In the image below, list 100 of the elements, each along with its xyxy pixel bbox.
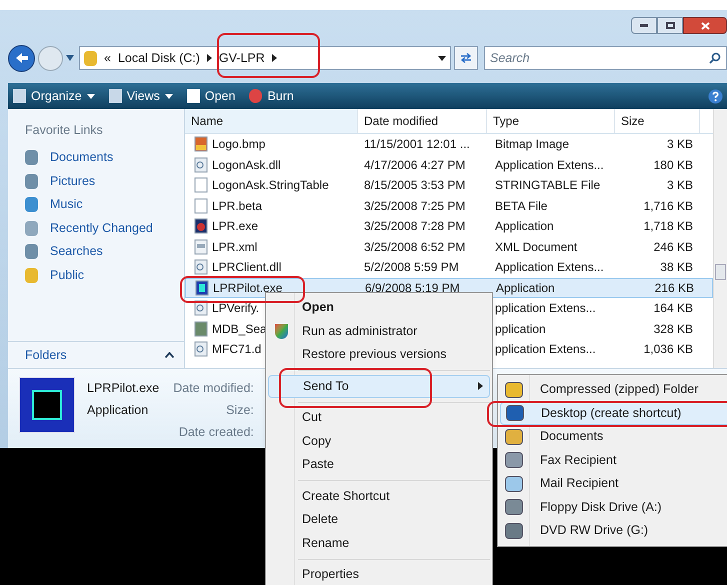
favorite-link[interactable]: Searches — [8, 240, 184, 264]
table-cell-text: 3/25/2008 7:28 PM — [363, 218, 466, 236]
favorite-link[interactable]: Public — [8, 263, 184, 287]
menu-item[interactable]: Run as administrator — [268, 320, 490, 343]
address-field[interactable]: « Local Disk (C:) GV-LPR — [79, 46, 451, 70]
maximize-button[interactable] — [657, 17, 683, 34]
menu-item[interactable]: DVD RW Drive (G:) — [500, 519, 727, 542]
pages-icon — [13, 89, 26, 103]
file-name[interactable]: LPRClient.dll — [212, 258, 282, 276]
close-icon — [700, 22, 710, 30]
favorite-link[interactable]: Music — [8, 192, 184, 216]
favorite-link[interactable]: Documents — [8, 146, 184, 170]
submenu-arrow-icon — [478, 382, 483, 390]
toolbar-button[interactable]: Open — [186, 86, 236, 106]
menu-item[interactable]: Send To — [268, 374, 490, 398]
table-cell-text: 3 KB — [666, 177, 694, 194]
menu-item[interactable]: Create Shortcut — [268, 484, 490, 508]
table-cell-text: pplication — [494, 320, 547, 338]
table-cell-text: 11/15/2001 12:01 ... — [363, 136, 471, 154]
file-name[interactable]: LPR.exe — [212, 217, 258, 236]
menu-item[interactable]: Floppy Disk Drive (A:) — [500, 496, 727, 519]
file-name[interactable]: MDB_Sea — [212, 320, 267, 338]
table-cell-text: 180 KB — [652, 156, 694, 174]
document-icon — [186, 89, 200, 103]
column-header[interactable]: Date modified — [358, 109, 487, 133]
table-cell-text: 3 KB — [666, 136, 694, 154]
close-button[interactable] — [683, 17, 727, 34]
menu-item[interactable]: Desktop (create shortcut) — [500, 402, 727, 425]
favorite-link[interactable]: Pictures — [8, 169, 184, 193]
file-icon — [193, 341, 209, 358]
table-cell-text: 216 KB — [654, 280, 695, 297]
menu-item[interactable]: Open — [268, 296, 490, 320]
table-cell-text: Application Extens... — [494, 156, 605, 174]
column-header[interactable]: Name — [185, 109, 358, 133]
property-label: Date modified: — [173, 380, 254, 397]
table-cell-text: 38 KB — [659, 259, 694, 276]
menu-item[interactable]: Paste — [268, 453, 490, 476]
file-name: LPRPilot.exe — [87, 380, 160, 397]
file-icon — [193, 156, 209, 173]
table-cell-text: 1,718 KB — [642, 218, 694, 236]
dropdown-caret-icon — [86, 94, 95, 98]
file-icon — [193, 177, 209, 194]
help-icon[interactable] — [708, 88, 723, 104]
search-input[interactable]: Search — [490, 48, 709, 68]
menu-item[interactable]: Rename — [268, 532, 490, 555]
back-arrow-icon — [14, 52, 28, 64]
refresh-button[interactable] — [454, 46, 478, 70]
back-button[interactable] — [8, 44, 35, 72]
menu-item[interactable]: Delete — [268, 508, 490, 532]
breadcrumb-overflow[interactable]: « — [104, 48, 111, 68]
menu-item[interactable]: Compressed (zipped) Folder — [500, 378, 727, 402]
folders-label: Folders — [25, 346, 67, 364]
table-cell-text: 3/25/2008 6:52 PM — [363, 238, 466, 256]
shield-icon — [275, 324, 288, 339]
file-name[interactable]: MFC71.d — [212, 340, 262, 358]
toolbar-button[interactable]: Organize — [13, 86, 95, 106]
file-name[interactable]: LogonAsk.dll — [212, 156, 281, 174]
breadcrumb-arrow-icon — [272, 54, 277, 62]
property-label: Size: — [226, 402, 254, 419]
table-cell-text: Application — [495, 280, 556, 297]
menu-item[interactable]: Restore previous versions — [268, 343, 490, 366]
menu-item[interactable]: Properties — [268, 563, 490, 585]
collapse-chevron-icon — [165, 352, 174, 358]
search-field[interactable]: Search — [484, 46, 727, 70]
breadcrumb-item[interactable]: Local Disk (C:) — [118, 48, 200, 68]
column-header[interactable]: Size — [615, 109, 700, 133]
search-icon — [709, 52, 721, 64]
minimize-button[interactable] — [631, 17, 657, 34]
table-cell-text: pplication Extens... — [494, 341, 597, 358]
minimize-icon — [640, 24, 648, 27]
file-name[interactable]: Logo.bmp — [212, 135, 266, 154]
file-icon — [193, 198, 209, 214]
menu-item[interactable]: Fax Recipient — [500, 448, 727, 472]
maximize-icon — [666, 22, 674, 29]
file-name[interactable]: LPR.xml — [212, 238, 258, 256]
dropdown-caret-icon — [66, 55, 74, 61]
file-name[interactable]: LPR.beta — [212, 196, 262, 215]
table-cell-text: Bitmap Image — [494, 136, 570, 154]
menu-item[interactable]: Documents — [500, 425, 727, 448]
table-cell-text: 6/9/2008 5:19 PM — [364, 280, 461, 297]
table-cell-text: Application — [494, 218, 555, 236]
file-name[interactable]: LogonAsk.StringTable — [212, 176, 329, 194]
table-cell-text: 328 KB — [652, 320, 694, 338]
table-cell-text: 8/15/2005 3:53 PM — [363, 177, 466, 194]
file-type: Application — [87, 402, 150, 419]
dropdown-caret-icon — [438, 56, 446, 60]
application-icon — [19, 377, 75, 433]
menu-item[interactable]: Mail Recipient — [500, 472, 727, 496]
table-cell-text: pplication Extens... — [494, 300, 597, 318]
menu-item[interactable]: Copy — [268, 430, 490, 453]
breadcrumb-arrow-icon — [206, 54, 212, 62]
toolbar-button[interactable]: Burn — [249, 86, 294, 106]
menu-item[interactable]: Cut — [268, 406, 490, 430]
file-name[interactable]: LPVerify. — [212, 299, 260, 318]
favorite-link[interactable]: Recently Changed — [8, 216, 184, 240]
table-cell-text: STRINGTABLE File — [494, 177, 602, 194]
breadcrumb-item[interactable]: GV-LPR — [218, 48, 265, 68]
toolbar-button[interactable]: Views — [108, 86, 173, 106]
file-icon — [193, 136, 209, 152]
column-header[interactable]: Type — [487, 109, 615, 133]
